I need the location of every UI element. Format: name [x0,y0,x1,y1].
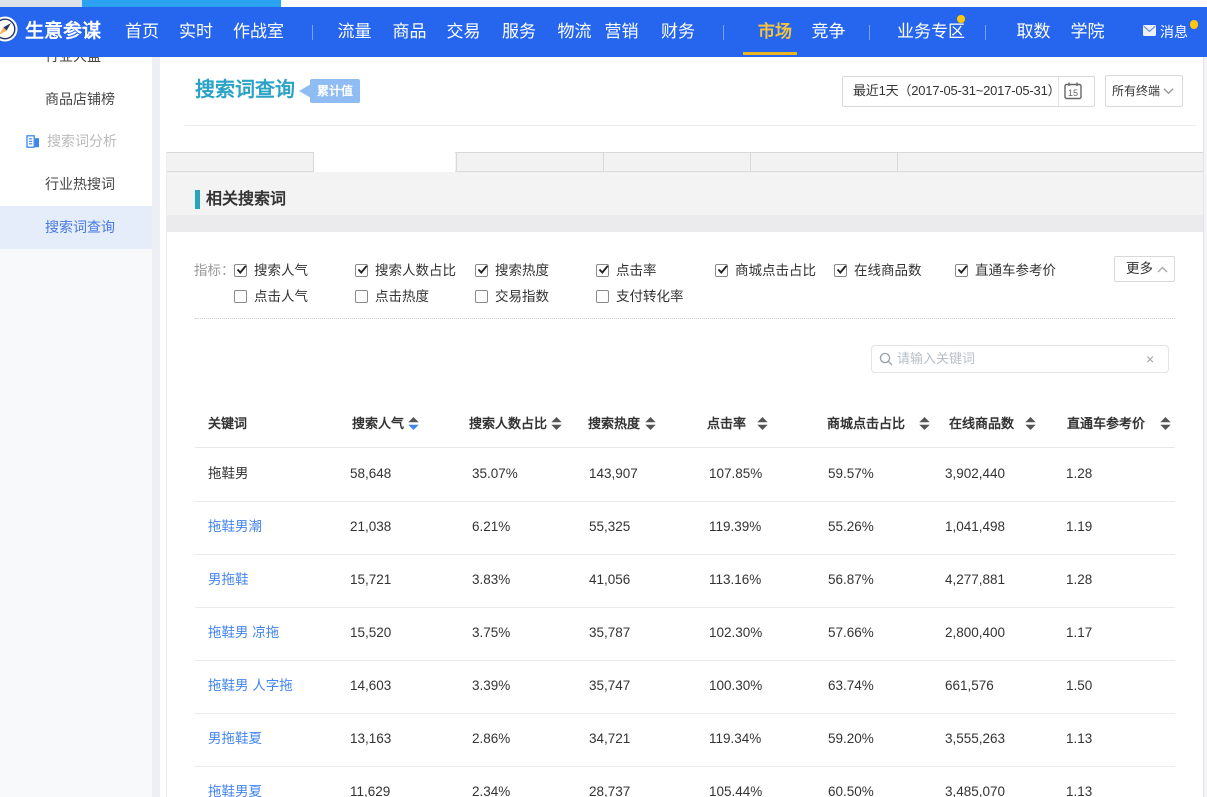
svg-text:15: 15 [1068,88,1078,98]
